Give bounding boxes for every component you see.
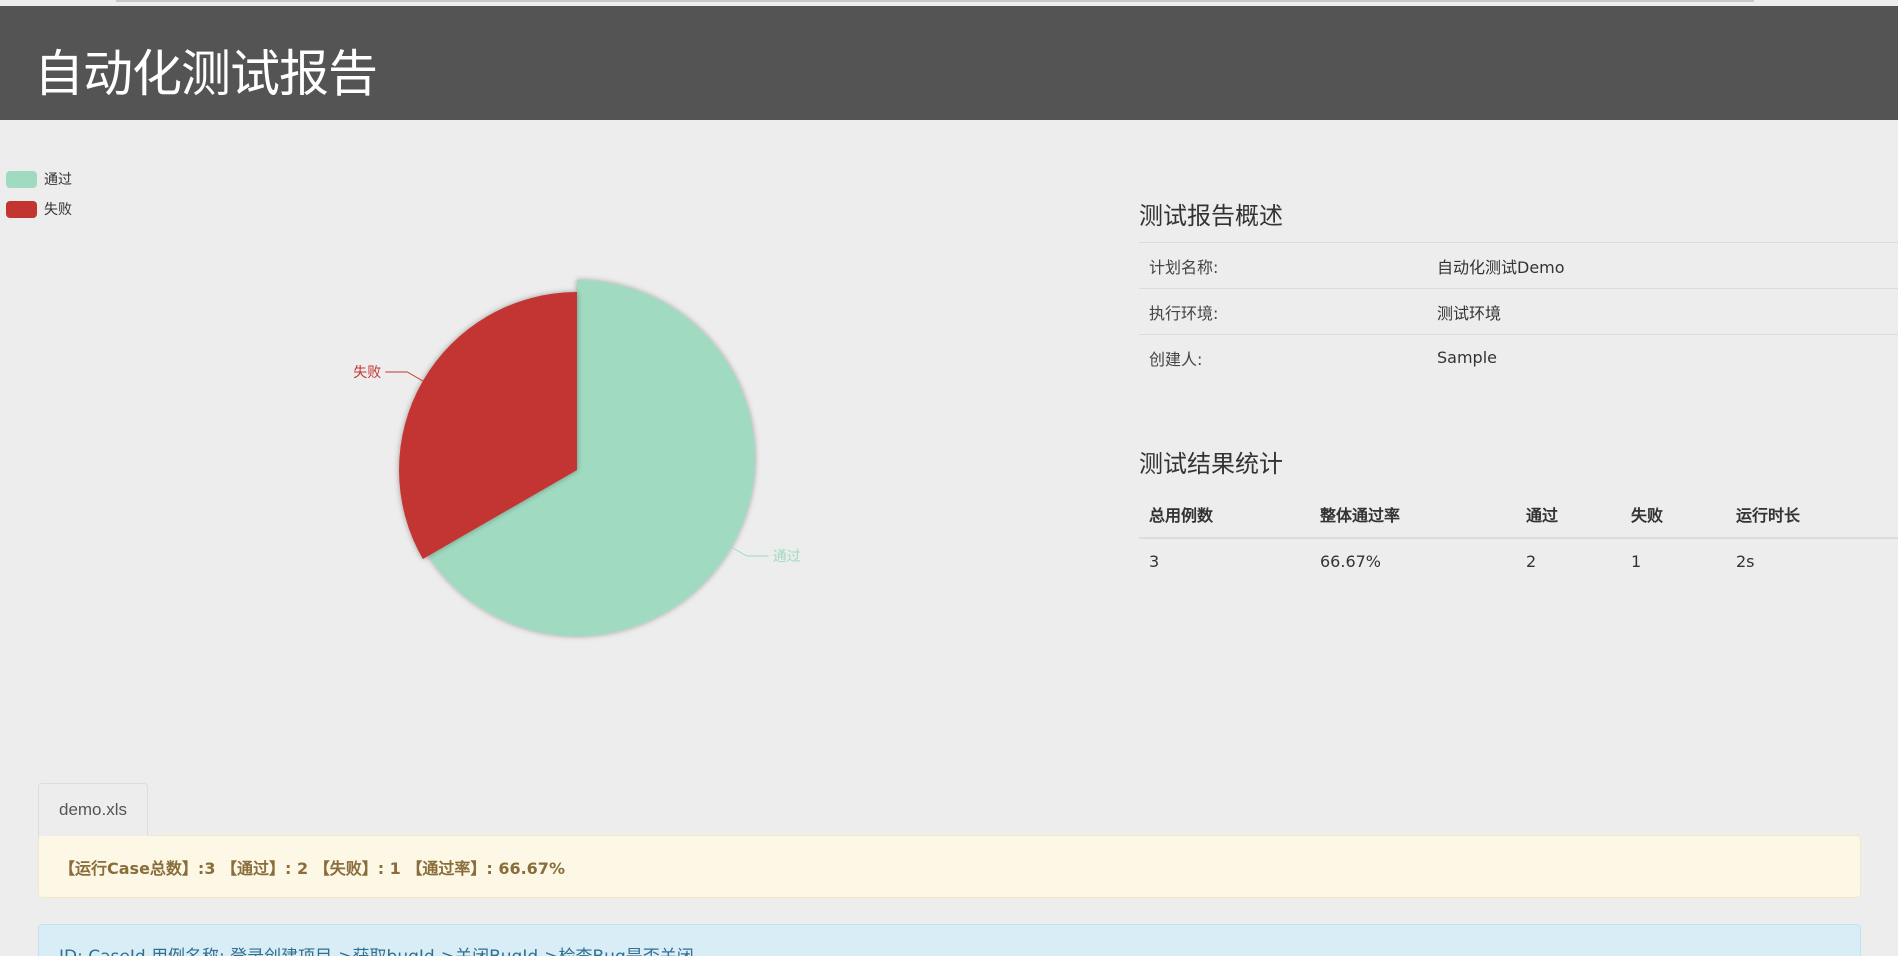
- stats-table: 总用例数 整体通过率 通过 失败 运行时长 3 66.67% 2 1 2s: [1139, 490, 1898, 584]
- overview-row: 执行环境: 测试环境: [1139, 288, 1898, 335]
- stats-pass: 2: [1526, 552, 1537, 571]
- legend-item-pass[interactable]: 通过: [6, 164, 72, 194]
- overview-key: 执行环境:: [1139, 288, 1427, 335]
- pie-label-fail: 失败: [353, 365, 381, 381]
- pie-chart: 通过 失败: [353, 280, 801, 636]
- page-title: 自动化测试报告: [34, 45, 378, 103]
- stats-title: 测试结果统计: [1139, 450, 1283, 478]
- case-text: ID: CaseId 用例名称: 登录创建项目->获取bugId->关闭BugI…: [59, 947, 694, 956]
- overview-key: 计划名称:: [1139, 242, 1427, 289]
- overview-title: 测试报告概述: [1139, 202, 1283, 230]
- overview-row: 计划名称: 自动化测试Demo: [1139, 242, 1898, 289]
- stats-rate: 66.67%: [1320, 552, 1382, 571]
- legend-swatch-pass: [6, 170, 37, 188]
- stats-header-fail: 失败: [1621, 490, 1726, 539]
- stats-total: 3: [1149, 552, 1160, 571]
- page-header: 自动化测试报告: [0, 6, 1898, 120]
- stats-header-total: 总用例数: [1139, 490, 1310, 539]
- stats-row: 3 66.67% 2 1 2s: [1139, 538, 1898, 584]
- stats-header-rate: 整体通过率: [1310, 490, 1516, 539]
- overview-table: 计划名称: 自动化测试Demo 执行环境: 测试环境 创建人: Sample: [1139, 242, 1898, 381]
- summary-text: 【运行Case总数】:3 【通过】: 2 【失败】: 1 【通过率】: 66.6…: [59, 858, 565, 878]
- top-border-line: [116, 0, 1754, 2]
- tab-demo-xls[interactable]: demo.xls: [38, 783, 148, 836]
- pie-leader-line: [730, 546, 769, 557]
- stats-fail: 1: [1631, 552, 1642, 571]
- summary-alert: 【运行Case总数】:3 【通过】: 2 【失败】: 1 【通过率】: 66.6…: [38, 835, 1861, 898]
- case-panel[interactable]: ID: CaseId 用例名称: 登录创建项目->获取bugId->关闭BugI…: [38, 924, 1861, 956]
- overview-value: 测试环境: [1427, 288, 1898, 335]
- tab-label: demo.xls: [58, 800, 128, 819]
- pie-label-pass: 通过: [773, 549, 801, 565]
- overview-value: 自动化测试Demo: [1427, 242, 1898, 289]
- stats-duration: 2s: [1736, 552, 1755, 571]
- overview-key: 创建人:: [1139, 334, 1427, 381]
- overview-value: Sample: [1427, 334, 1898, 381]
- overview-row: 创建人: Sample: [1139, 334, 1898, 381]
- pie-leader-line: [385, 371, 424, 382]
- stats-header-row: 总用例数 整体通过率 通过 失败 运行时长: [1139, 490, 1898, 539]
- legend-label-pass: 通过: [44, 172, 72, 188]
- stats-header-pass: 通过: [1516, 490, 1621, 539]
- stats-header-duration: 运行时长: [1726, 490, 1898, 539]
